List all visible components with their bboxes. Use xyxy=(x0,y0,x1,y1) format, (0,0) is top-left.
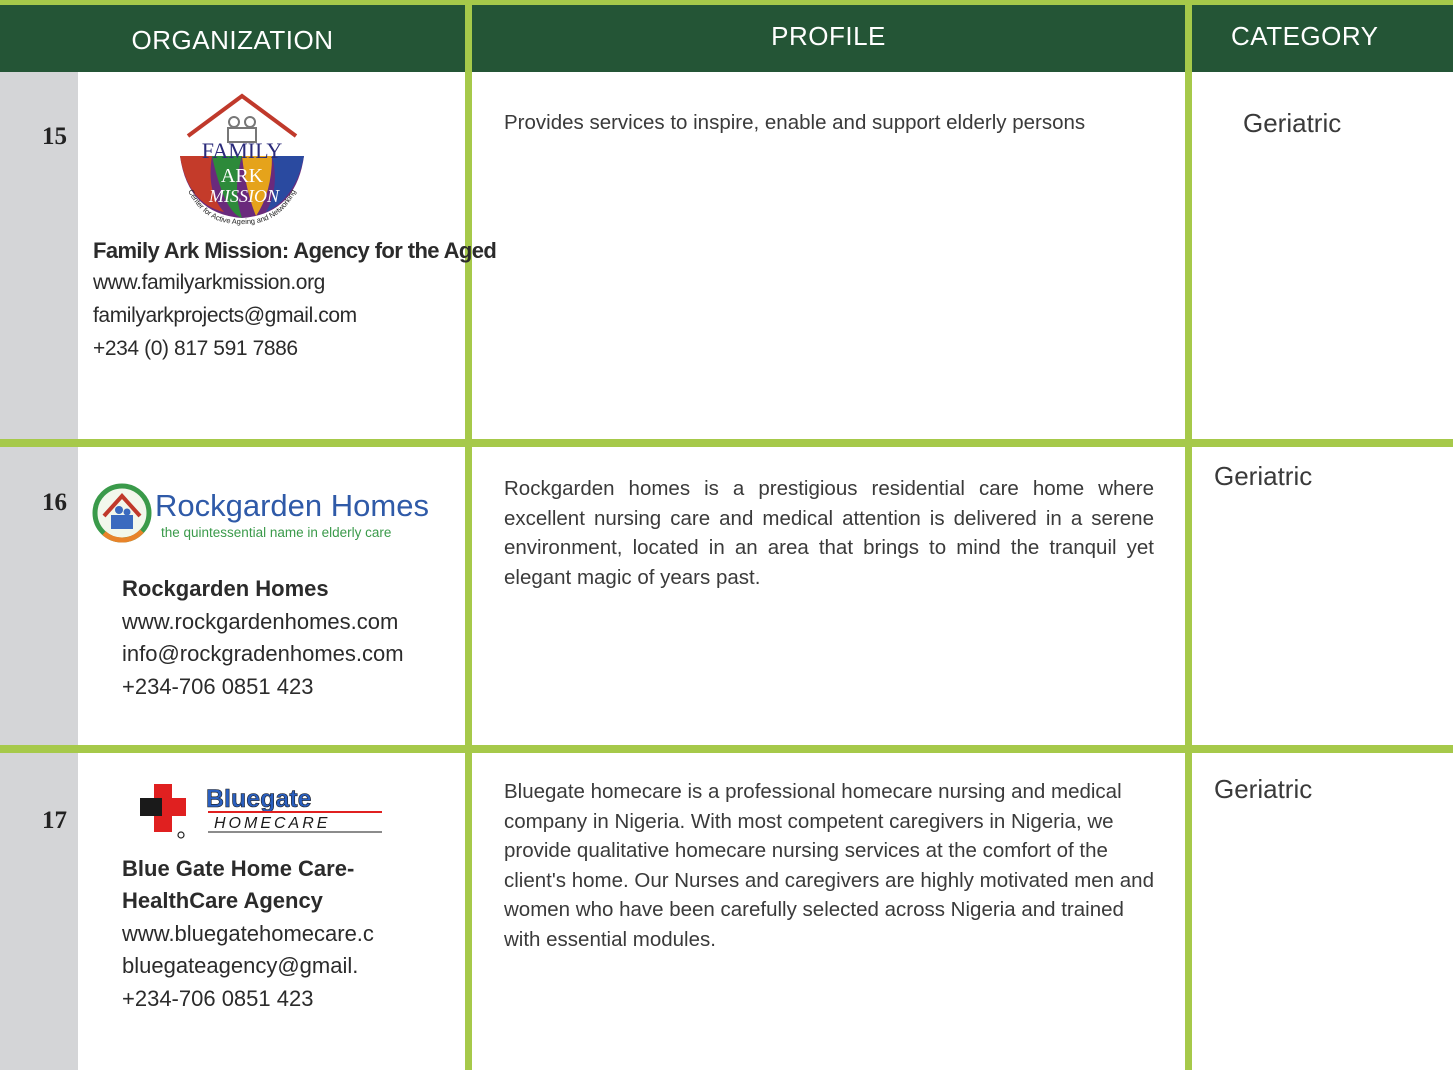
profile-text: Rockgarden homes is a prestigious reside… xyxy=(504,477,1154,589)
row-divider xyxy=(0,439,1453,447)
organization-website[interactable]: www.rockgardenhomes.com xyxy=(122,609,398,635)
organization-website[interactable]: www.bluegatehomecare.c xyxy=(122,921,374,947)
header-organization: ORGANIZATION xyxy=(0,5,465,72)
row-number: 15 xyxy=(42,123,67,150)
family-ark-mission-logo-icon: FAMILY ARK MISSION Center for Active Age… xyxy=(172,92,312,228)
number-column xyxy=(0,72,78,1070)
column-divider xyxy=(1185,0,1192,1070)
organization-email[interactable]: bluegateagency@gmail. xyxy=(122,953,358,979)
organization-name: Family Ark Mission: Agency for the Aged xyxy=(93,238,497,263)
logo-text: ARK xyxy=(221,165,264,187)
category-label: Geriatric xyxy=(1214,774,1313,804)
column-divider xyxy=(465,0,472,1070)
organization-name: Rockgarden Homes xyxy=(122,576,329,601)
header-profile: PROFILE xyxy=(472,5,1185,72)
profile-text: Provides services to inspire, enable and… xyxy=(504,111,1086,134)
logo-title: Rockgarden Homes xyxy=(155,488,429,523)
organization-phone: +234 (0) 817 591 7886 xyxy=(93,337,298,360)
logo-tagline: the quintessential name in elderly care xyxy=(161,525,391,540)
category-label: Geriatric xyxy=(1214,461,1313,491)
row-divider xyxy=(0,745,1453,753)
logo-subtitle: HOMECARE xyxy=(214,815,330,832)
organization-name-line: HealthCare Agency xyxy=(122,888,323,913)
header-category: CATEGORY xyxy=(1192,5,1453,72)
organization-phone: +234-706 0851 423 xyxy=(122,674,314,699)
logo-title: Bluegate xyxy=(206,785,312,813)
logo-text: MISSION xyxy=(208,186,280,206)
organization-email[interactable]: familyarkprojects@gmail.com xyxy=(93,304,357,328)
rockgarden-homes-logo-icon: Rockgarden Homes the quintessential name… xyxy=(92,482,442,544)
organization-website[interactable]: www.familyarkmission.org xyxy=(93,271,325,295)
bluegate-homecare-logo-icon: Bluegate HOMECARE xyxy=(136,780,386,842)
profile-text: Bluegate homecare is a professional home… xyxy=(504,780,1154,951)
organization-email[interactable]: info@rockgradenhomes.com xyxy=(122,641,404,667)
organization-phone: +234-706 0851 423 xyxy=(122,986,314,1011)
organization-name-line: Blue Gate Home Care- xyxy=(122,856,355,881)
logo-text: FAMILY xyxy=(202,138,283,163)
row-number: 16 xyxy=(42,489,67,516)
top-border xyxy=(0,0,1453,5)
row-number: 17 xyxy=(42,807,67,834)
category-label: Geriatric xyxy=(1243,108,1342,138)
